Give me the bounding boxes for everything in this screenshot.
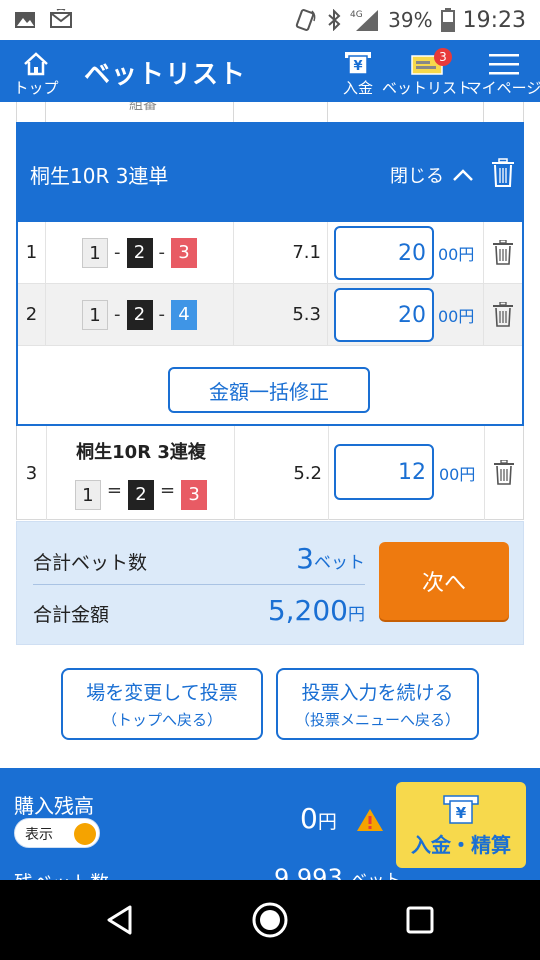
- home-icon: [24, 52, 48, 76]
- total-bets-value: 3ベット: [296, 542, 365, 575]
- boat-number: 2: [128, 480, 154, 510]
- bet-row: 1 1 - 2 - 3 7.1 20 00円: [18, 222, 522, 284]
- bet-group-trifecta: 桐生10R 3連単 閉じる 1 1 - 2 - 3 7.1 20 00円 2 1…: [16, 122, 524, 426]
- delete-row-button[interactable]: [484, 284, 522, 345]
- odds: 7.1: [234, 222, 328, 283]
- total-bets-label: 合計ベット数: [33, 552, 148, 574]
- home-button[interactable]: [250, 900, 290, 940]
- column-header-combination: 組番: [129, 102, 157, 113]
- balance-value: 0円: [300, 802, 337, 835]
- odds: 5.2: [235, 426, 329, 520]
- toggle-knob: [74, 823, 96, 845]
- list-header: 組番: [16, 102, 524, 122]
- race-title: 桐生10R 3連複: [76, 442, 206, 463]
- row-number: 1: [18, 222, 46, 283]
- amount-unit: 00円: [438, 284, 484, 345]
- warning-icon: [357, 809, 383, 831]
- system-nav-bar: [0, 880, 540, 960]
- trash-icon[interactable]: [490, 158, 516, 188]
- total-amount-value: 5,200円: [267, 594, 365, 627]
- atm-yen-icon: ¥: [345, 52, 371, 75]
- next-button[interactable]: 次へ: [379, 542, 509, 620]
- total-bets-row: 合計ベット数 3ベット: [33, 534, 365, 584]
- total-amount-label: 合計金額: [33, 604, 110, 626]
- back-button[interactable]: [100, 900, 140, 940]
- odds: 5.3: [234, 284, 328, 345]
- bluetooth-icon: [328, 9, 341, 31]
- boat-number: 2: [126, 237, 153, 268]
- svg-text:4G: 4G: [350, 10, 363, 20]
- message-icon: [50, 9, 72, 28]
- display-toggle[interactable]: 表示: [14, 818, 100, 848]
- top-button[interactable]: トップ: [10, 40, 62, 102]
- combination: 1 - 2 - 3: [46, 222, 234, 283]
- boat-number: 3: [181, 480, 208, 510]
- trash-icon: [493, 239, 513, 265]
- combination: 1 - 2 - 4: [46, 284, 234, 345]
- group-header: 桐生10R 3連単 閉じる: [18, 124, 522, 222]
- change-venue-button[interactable]: 場を変更して投票 （トップへ戻る）: [61, 668, 263, 740]
- gallery-icon: [15, 12, 35, 28]
- battery-icon: [440, 8, 455, 32]
- combination: 桐生10R 3連複 1 = 2 = 3: [47, 426, 235, 520]
- deposit-button[interactable]: ¥ 入金: [336, 40, 380, 102]
- delete-row-button[interactable]: [484, 222, 522, 283]
- boat-number: 1: [74, 480, 101, 510]
- boat-number: 3: [171, 237, 197, 268]
- boat-number: 1: [82, 237, 108, 268]
- nfc-icon: [295, 9, 316, 31]
- remaining-bets-label: 残ベット数: [14, 868, 109, 880]
- group-title: 桐生10R 3連単: [30, 164, 169, 188]
- boat-number: 1: [82, 299, 108, 330]
- recents-square-icon: [406, 906, 434, 934]
- bet-row: 2 1 - 2 - 4 5.3 20 00円: [18, 284, 522, 346]
- amount-input[interactable]: 20: [334, 288, 434, 342]
- status-bar: 4G 39% 19:23: [0, 0, 540, 40]
- divider: [33, 584, 365, 585]
- amount-unit: 00円: [439, 426, 485, 520]
- chevron-up-icon: [453, 169, 473, 181]
- row-number: 2: [18, 284, 46, 345]
- amount-input[interactable]: 20: [334, 226, 434, 280]
- continue-input-button[interactable]: 投票入力を続ける （投票メニューへ戻る）: [276, 668, 479, 740]
- boat-number: 2: [126, 299, 153, 330]
- page-title: ベットリスト: [84, 60, 247, 90]
- bet-summary: 合計ベット数 3ベット 合計金額 5,200円 次へ: [16, 521, 524, 645]
- battery-percent: 39%: [388, 8, 433, 32]
- betlist-count-badge: 3: [434, 48, 452, 66]
- amount-input[interactable]: 12: [334, 444, 434, 500]
- mypage-button[interactable]: マイページ: [467, 40, 540, 102]
- signal-icon: 4G: [350, 10, 379, 31]
- svg-text:¥: ¥: [456, 804, 467, 822]
- svg-text:¥: ¥: [353, 59, 362, 74]
- balance-label: 購入残高: [14, 794, 94, 818]
- menu-icon: [489, 54, 519, 75]
- recents-button[interactable]: [400, 900, 440, 940]
- total-amount-row: 合計金額 5,200円: [33, 586, 365, 636]
- back-triangle-icon: [107, 905, 132, 935]
- deposit-settle-button[interactable]: ¥ 入金・精算: [396, 782, 526, 868]
- atm-yen-icon: ¥: [443, 794, 479, 824]
- boat-number: 4: [171, 299, 197, 330]
- remaining-bets-value: 9,993 ベット: [274, 864, 401, 880]
- clock: 19:23: [462, 7, 526, 33]
- app-header: トップ ベットリスト ¥ 入金 3 ベットリスト マイページ: [0, 40, 540, 102]
- row-number: 3: [17, 426, 47, 520]
- trash-icon: [494, 460, 514, 485]
- collapse-button[interactable]: 閉じる: [390, 162, 474, 188]
- bulk-amount-edit-button[interactable]: 金額一括修正: [168, 367, 370, 413]
- amount-unit: 00円: [438, 222, 484, 283]
- betlist-button[interactable]: 3 ベットリスト: [382, 40, 472, 102]
- trash-icon: [493, 301, 513, 327]
- balance-panel: 購入残高 表示 0円 ¥ 入金・精算 残ベット数 9,993 ベット: [0, 768, 540, 880]
- delete-row-button[interactable]: [485, 426, 523, 520]
- home-circle-icon: [252, 902, 288, 938]
- bet-row-trio: 3 桐生10R 3連複 1 = 2 = 3 5.2 12 00円: [16, 426, 524, 520]
